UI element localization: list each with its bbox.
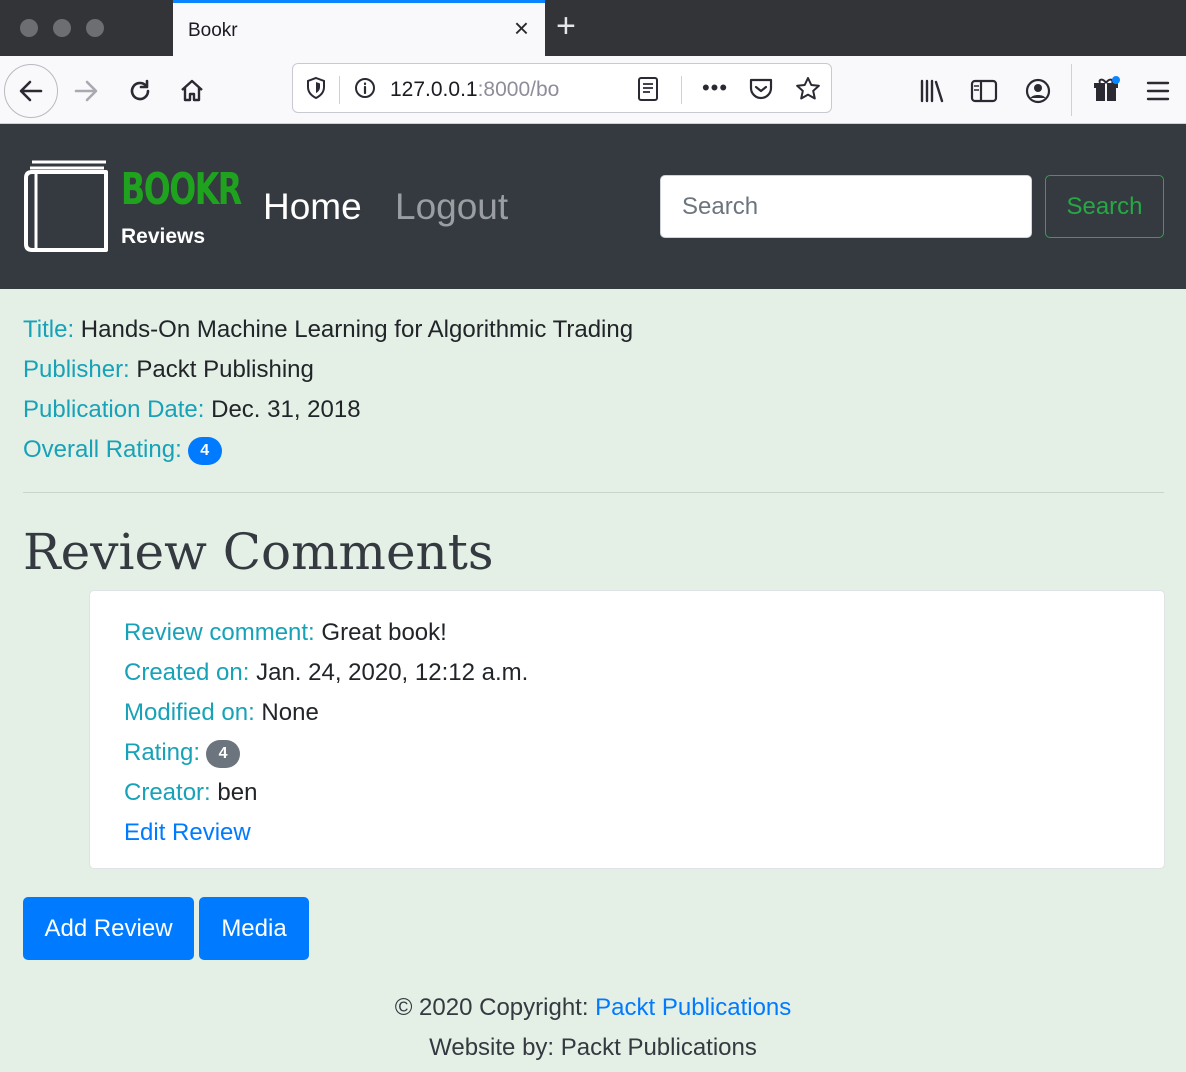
field-label: Rating: (124, 739, 201, 766)
info-icon[interactable] (353, 76, 377, 100)
field-value: Packt Publishing (136, 356, 314, 383)
shield-icon[interactable] (304, 76, 328, 100)
toolbar-divider (1071, 64, 1072, 116)
rating-badge: 4 (187, 437, 222, 465)
tab-close-icon[interactable]: × (514, 15, 529, 41)
field-value: Great book! (321, 619, 447, 646)
account-icon[interactable] (1022, 75, 1054, 107)
logo-wordmark[interactable]: BOOKR (121, 166, 242, 214)
field-label: Title: (23, 316, 75, 343)
reload-icon (130, 79, 150, 101)
library-icon[interactable] (916, 75, 948, 107)
forward-button[interactable] (70, 75, 102, 107)
review-card-body: Review comment: Great book! Created on: … (124, 613, 528, 853)
book-publication-date-field: Publication Date: Dec. 31, 2018 (23, 390, 1164, 430)
search-button[interactable]: Search (1045, 175, 1164, 238)
arrow-right-icon (74, 80, 98, 102)
whats-new-gift-icon[interactable] (1090, 73, 1124, 107)
url-text[interactable]: 127.0.0.1:8000/bo (390, 78, 580, 102)
nav-home-link[interactable]: Home (263, 186, 362, 228)
back-button[interactable] (4, 64, 58, 118)
review-created-field: Created on: Jan. 24, 2020, 12:12 a.m. (124, 653, 528, 693)
address-divider-2 (681, 76, 682, 104)
field-label: Publication Date: (23, 396, 205, 423)
bookmark-star-icon[interactable] (793, 74, 823, 104)
review-creator-field: Creator: ben (124, 773, 528, 813)
browser-tab[interactable]: Bookr × (173, 0, 545, 56)
home-button[interactable] (176, 75, 208, 107)
book-logo-icon[interactable] (22, 156, 110, 254)
footer-copyright: © 2020 Copyright: Packt Publications (0, 988, 1186, 1028)
edit-review-row: Edit Review (124, 813, 528, 853)
browser-toolbar: 127.0.0.1:8000/bo ••• (0, 56, 1186, 124)
field-label: Publisher: (23, 356, 130, 383)
book-publisher-field: Publisher: Packt Publishing (23, 350, 1164, 390)
review-rating-field: Rating: 4 (124, 733, 528, 773)
section-divider (23, 492, 1164, 493)
logo-subtitle: Reviews (121, 225, 206, 248)
field-value: Jan. 24, 2020, 12:12 a.m. (256, 659, 529, 686)
arrow-left-icon (19, 80, 43, 102)
book-title-field: Title: Hands-On Machine Learning for Alg… (23, 310, 1164, 350)
media-button[interactable]: Media (199, 897, 309, 960)
edit-review-link[interactable]: Edit Review (124, 819, 251, 846)
field-label: Overall Rating: (23, 436, 182, 463)
review-card: Review comment: Great book! Created on: … (89, 590, 1165, 869)
address-divider (339, 76, 340, 104)
rating-badge: 4 (206, 740, 241, 768)
address-bar[interactable]: 127.0.0.1:8000/bo ••• (292, 63, 832, 113)
pocket-icon[interactable] (747, 75, 775, 103)
nav-logout-link[interactable]: Logout (395, 186, 508, 228)
field-label: Review comment: (124, 619, 315, 646)
book-details: Title: Hands-On Machine Learning for Alg… (23, 310, 1164, 581)
book-overall-rating-field: Overall Rating: 4 (23, 430, 1164, 470)
review-comment-field: Review comment: Great book! (124, 613, 528, 653)
field-label: Modified on: (124, 699, 255, 726)
footer-website-by: Website by: Packt Publications (429, 1034, 757, 1061)
url-path: :8000/bo (477, 78, 560, 101)
new-tab-icon[interactable]: + (556, 8, 576, 44)
field-value: Dec. 31, 2018 (211, 396, 361, 423)
tab-title: Bookr (188, 20, 238, 41)
window-minimize-dot[interactable] (53, 19, 71, 37)
field-value: ben (217, 779, 258, 806)
sidebar-icon[interactable] (968, 75, 1000, 107)
url-host: 127.0.0.1 (390, 78, 478, 101)
search-input[interactable] (660, 175, 1032, 238)
field-value: Hands-On Machine Learning for Algorithmi… (80, 316, 634, 343)
copyright-text: © 2020 Copyright: (394, 994, 596, 1021)
reader-view-icon[interactable] (635, 75, 661, 103)
browser-tab-bar: Bookr × + (0, 0, 1186, 56)
copyright-link[interactable]: Packt Publications (595, 994, 791, 1021)
footer: © 2020 Copyright: Packt Publications Web… (0, 988, 1186, 1068)
more-actions-icon[interactable]: ••• (697, 75, 733, 100)
window-close-dot[interactable] (20, 19, 38, 37)
field-value: None (261, 699, 319, 726)
add-review-button[interactable]: Add Review (23, 897, 194, 960)
home-icon (181, 79, 203, 102)
reload-button[interactable] (124, 75, 156, 107)
review-modified-field: Modified on: None (124, 693, 528, 733)
field-label: Created on: (124, 659, 250, 686)
site-header: BOOKR Reviews Home Logout Search (0, 124, 1186, 289)
window-zoom-dot[interactable] (86, 19, 104, 37)
hamburger-menu-icon[interactable] (1142, 75, 1174, 107)
review-comments-heading: Review Comments (23, 523, 494, 581)
field-label: Creator: (124, 779, 211, 806)
